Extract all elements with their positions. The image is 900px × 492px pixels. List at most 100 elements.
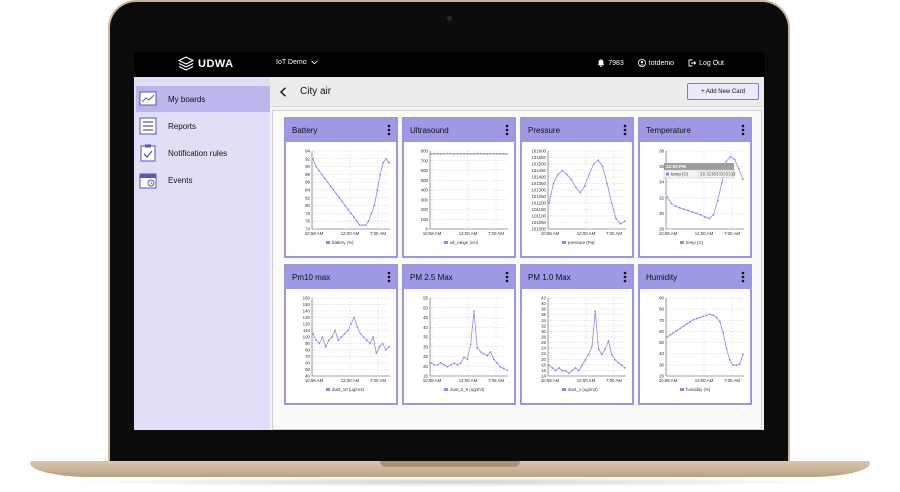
data-point [476,152,479,155]
back-arrow-icon[interactable] [279,87,287,97]
data-point [620,364,623,367]
logout-button[interactable]: Log Out [688,59,724,67]
data-point [742,178,744,181]
data-point [624,220,626,223]
y-tick-label: 60 [305,361,310,366]
data-point [382,161,385,164]
kebab-menu-icon[interactable] [623,124,627,136]
x-tick-label: 7:00 AM [606,231,622,236]
x-tick-label: 7:00 AM [488,378,504,383]
board-selector[interactable]: IoT Demo [276,59,318,66]
data-point [385,157,387,160]
data-point [476,347,479,350]
y-tick-label: 101200 [531,201,546,206]
data-point [728,358,731,361]
user-menu[interactable]: totdemo [637,59,674,67]
pm1-chart: 42403836343230282624222018161410:58 AM 12… [541,296,626,392]
data-point [365,339,368,342]
data-point [332,189,335,191]
data-point [737,167,740,170]
data-point [715,316,718,319]
data-point [571,369,574,372]
kebab-menu-icon[interactable] [623,271,627,283]
y-tick-label: 30 [423,344,428,349]
card-title: Humidity [646,273,678,282]
page-title: City air [300,86,332,97]
kebab-menu-icon[interactable] [505,271,509,283]
y-tick-label: 16 [541,368,546,373]
sidebar-item-notification-rules[interactable]: Notification rules [136,140,270,166]
data-point [443,363,446,366]
sidebar-item-my-boards[interactable]: My boards [136,86,270,112]
card-pm10-max-2: PM 1.0 Max 42 40 38 36 34 32 30 28 26 24 22 20 18 16 1… [520,264,634,405]
data-point [482,352,485,355]
y-tick-label: 110 [303,328,311,333]
data-point [359,332,362,335]
data-point [353,216,355,219]
data-point [725,160,728,163]
data-point [449,152,452,155]
data-point [356,326,359,329]
data-point [689,320,692,323]
kebab-menu-icon[interactable] [387,271,391,283]
brand-logo[interactable]: UDWA [178,56,234,72]
series-line [430,310,508,371]
y-tick-label: 101500 [531,162,546,167]
sidebar-item-reports[interactable]: Reports [136,113,270,139]
data-point [486,354,489,357]
data-point [486,153,489,155]
card-header: PM 1.0 Max [522,266,632,289]
card-pm10-max: Pm10 max 160 150 140 130 120 110 100 90 80 70 60 50… [284,264,398,405]
data-point [561,169,564,172]
data-point [341,200,344,203]
y-tick-label: 36 [659,164,664,169]
legend-swatch [562,241,566,244]
pm25-chart: 55504540353025201510:58 AM 12:00 AM 7:00 A… [423,296,508,392]
sidebar-item-events[interactable]: Events [136,167,270,193]
cards-grid: Battery 94 92 90 88 86 84 82 80 78 76 74 10:58 AM 12… [272,110,762,430]
data-point [479,350,482,353]
data-point [453,362,456,364]
data-point [446,152,449,155]
add-new-card-button[interactable]: + Add New Card [687,83,759,100]
kebab-menu-icon[interactable] [741,271,745,283]
kebab-menu-icon[interactable] [505,124,509,136]
pm10-chart: 16015014013012011010090807060504010:58 A… [303,296,390,392]
y-tick-label: 94 [305,149,310,154]
y-tick-label: 32 [659,195,664,200]
data-point [312,332,314,335]
data-point [381,342,384,345]
data-point [597,159,600,161]
page-header: City air + Add New Card [270,77,764,107]
kebab-menu-icon[interactable] [741,124,745,136]
y-tick-label: 34 [541,318,546,323]
data-point [574,186,577,189]
legend-label: dust_1 (ug/m3) [568,387,598,392]
data-point [624,367,626,369]
data-point [375,352,378,355]
data-point [733,158,736,161]
chevron-down-icon [310,60,318,65]
x-tick-label: 10:58 AM [659,231,678,236]
data-point [466,152,469,155]
laptop-base-notch [380,461,520,467]
kebab-menu-icon[interactable] [387,124,391,136]
data-point [691,211,694,213]
data-point [334,329,337,332]
notifications-button[interactable]: 7983 [597,59,624,67]
cube-logo-icon [178,56,194,71]
x-tick-label: 12:00 AM [341,378,360,383]
card-humidity: Humidity 90 80 70 60 50 40 30 20 10:58 AM 12:00 A… [638,264,752,405]
x-tick-label: 12:00 AM [695,378,714,383]
board-selector-label: IoT Demo [276,59,307,66]
y-tick-label: 42 [541,296,546,301]
y-tick-label: 700 [421,158,429,163]
x-tick-label: 10:58 AM [305,231,324,236]
y-tick-label: 101050 [531,220,546,225]
laptop-mockup: UDWA IoT Demo 7983 totdemo Log Out My bo… [0,0,900,492]
data-point [331,336,333,338]
data-point [440,362,442,364]
data-point [695,212,698,215]
sidebar: My boards Reports Notification rules Eve… [134,77,270,430]
y-tick-label: 25 [423,354,428,359]
